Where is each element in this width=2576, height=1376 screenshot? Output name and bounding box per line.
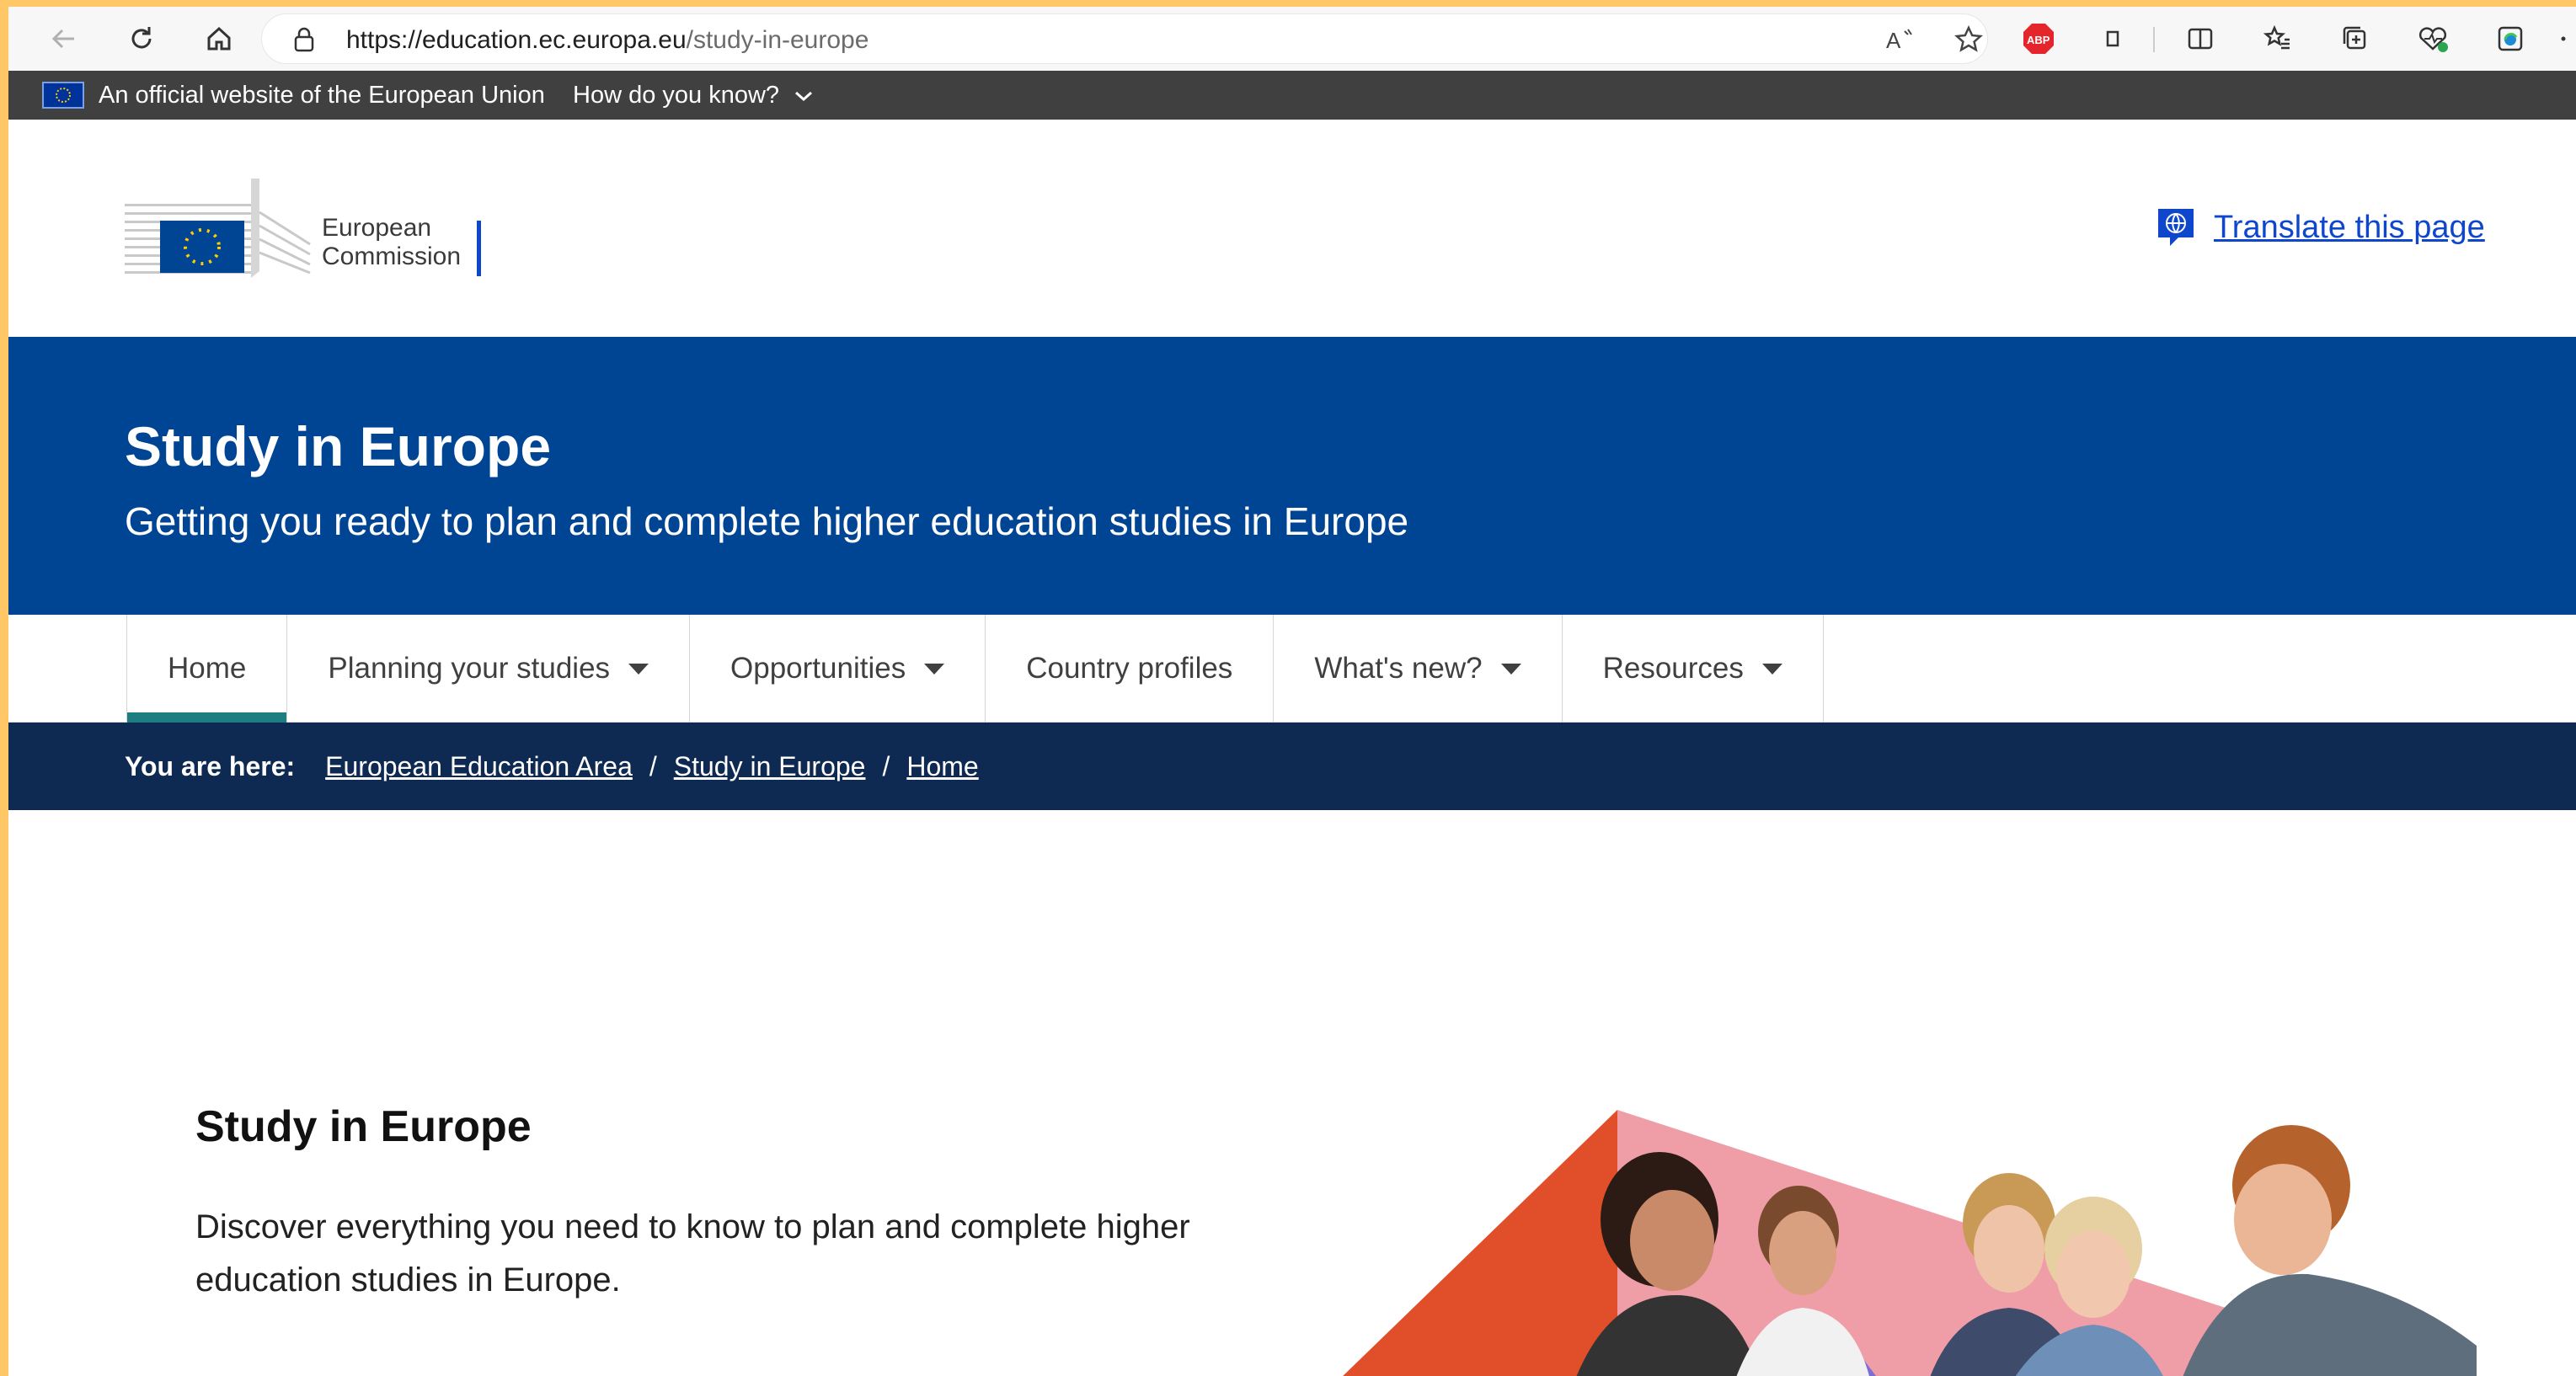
banner-subtitle: Getting you ready to plan and complete h… [125, 499, 1409, 543]
collections-icon[interactable] [2335, 19, 2376, 59]
caret-down-icon [924, 663, 945, 675]
nav-label: Resources [1602, 652, 1744, 685]
content-description: Discover everything you need to know to … [195, 1208, 1190, 1299]
translate-link[interactable]: Translate this page [2155, 205, 2485, 249]
translate-link-label: Translate this page [2214, 209, 2485, 245]
reload-icon[interactable] [121, 19, 162, 59]
breadcrumb-link-study-in-europe[interactable]: Study in Europe [674, 751, 866, 782]
hero-students-image [1339, 1093, 2477, 1376]
nav-label: What's new? [1314, 652, 1483, 685]
nav-item-country-profiles[interactable]: Country profiles [985, 615, 1273, 723]
caret-down-icon [1500, 663, 1521, 675]
split-screen-icon[interactable] [2180, 19, 2221, 59]
nav-item-planning-your-studies[interactable]: Planning your studies [286, 615, 689, 723]
adblock-icon[interactable]: ABP [2018, 19, 2059, 59]
svg-text:A: A [1886, 28, 1901, 53]
address-bar[interactable]: https://education.ec.europa.eu/study-in-… [261, 13, 1988, 64]
eu-official-bar: An official website of the European Unio… [8, 71, 2576, 120]
breadcrumb-link-european-education-area[interactable]: European Education Area [325, 751, 633, 782]
nav-label: Opportunities [730, 652, 906, 685]
favorites-icon[interactable] [2258, 19, 2298, 59]
svg-text:ABP: ABP [2027, 34, 2050, 46]
how-do-you-know-label: How do you know? [573, 82, 780, 109]
breadcrumb-separator: / [882, 751, 890, 781]
nav-item-opportunities[interactable]: Opportunities [689, 615, 985, 723]
chevron-down-icon [795, 92, 813, 102]
logo-line-european: European [322, 214, 432, 242]
url-text: https://education.ec.europa.eu/study-in-… [346, 26, 868, 55]
home-icon[interactable] [199, 19, 239, 59]
banner-title: Study in Europe [125, 415, 552, 477]
favorite-star-icon[interactable] [1953, 24, 1984, 59]
url-host: https://education.ec.europa.eu [346, 26, 687, 54]
nav-item-whats-new[interactable]: What's new? [1273, 615, 1561, 723]
read-aloud-icon[interactable]: A [1884, 24, 1918, 59]
browser-window: https://education.ec.europa.eu/study-in-… [8, 7, 2576, 1376]
official-website-text: An official website of the European Unio… [99, 82, 545, 109]
caret-down-icon [1761, 663, 1782, 675]
logo-divider [477, 221, 481, 276]
content-title: Study in Europe [195, 1102, 532, 1151]
browser-toolbar: https://education.ec.europa.eu/study-in-… [8, 7, 2576, 71]
back-arrow-icon[interactable] [44, 19, 84, 59]
logo-line-commission: Commission [322, 243, 462, 270]
nav-item-resources[interactable]: Resources [1561, 615, 1824, 723]
nav-label: Planning your studies [328, 652, 611, 685]
site-header: European Commission Translate this page [8, 120, 2576, 337]
logo-wordmark: European Commission [322, 214, 461, 271]
breadcrumb-link-home[interactable]: Home [906, 751, 978, 782]
nav-label: Country profiles [1026, 652, 1233, 685]
breadcrumb-separator: / [649, 751, 657, 781]
main-navigation: Home Planning your studies Opportunities… [8, 615, 2576, 723]
lock-icon[interactable] [292, 26, 316, 57]
nav-label: Home [168, 652, 247, 685]
page-banner: Study in Europe Getting you ready to pla… [8, 337, 2576, 615]
url-path: /study-in-europe [686, 26, 869, 54]
edge-sidebar-icon[interactable] [2490, 19, 2531, 59]
browser-essentials-icon[interactable] [2413, 19, 2453, 59]
extensions-icon[interactable] [2096, 19, 2136, 59]
translate-globe-icon [2158, 209, 2194, 246]
how-do-you-know-toggle[interactable]: How do you know? [573, 82, 815, 109]
eu-flag-icon [42, 82, 84, 109]
breadcrumb-label: You are here: [125, 751, 296, 781]
more-menu-icon[interactable] [2551, 19, 2576, 59]
nav-item-home[interactable]: Home [126, 615, 287, 723]
breadcrumb: You are here: European Education Area / … [8, 723, 2576, 810]
caret-down-icon [628, 663, 649, 675]
toolbar-divider [2153, 27, 2155, 52]
